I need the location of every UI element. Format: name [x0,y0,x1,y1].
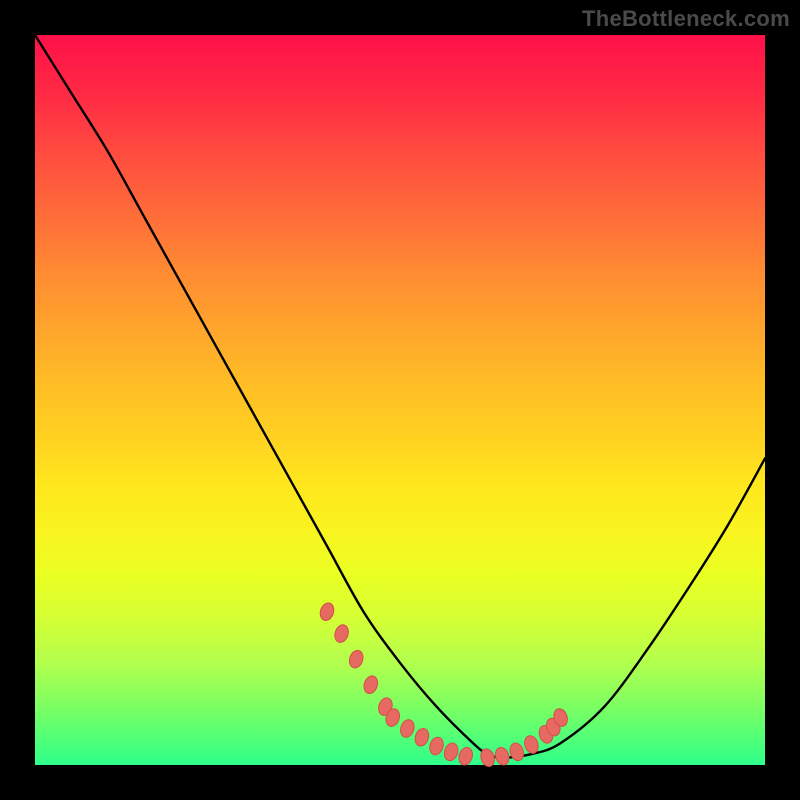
marker-dot [398,718,416,739]
marker-dot [428,735,446,756]
highlight-cluster [318,601,570,768]
marker-dot [457,746,475,767]
plot-area [35,35,765,765]
chart-frame: TheBottleneck.com [0,0,800,800]
watermark-text: TheBottleneck.com [582,6,790,32]
marker-dot [508,741,526,762]
chart-svg [35,35,765,765]
marker-dot [362,674,380,695]
bottleneck-curve [35,35,765,758]
marker-dot [318,601,336,622]
marker-dot [413,727,431,748]
marker-dot [493,746,511,767]
marker-dot [333,623,351,644]
marker-dot [347,649,365,670]
marker-dot [442,741,460,762]
